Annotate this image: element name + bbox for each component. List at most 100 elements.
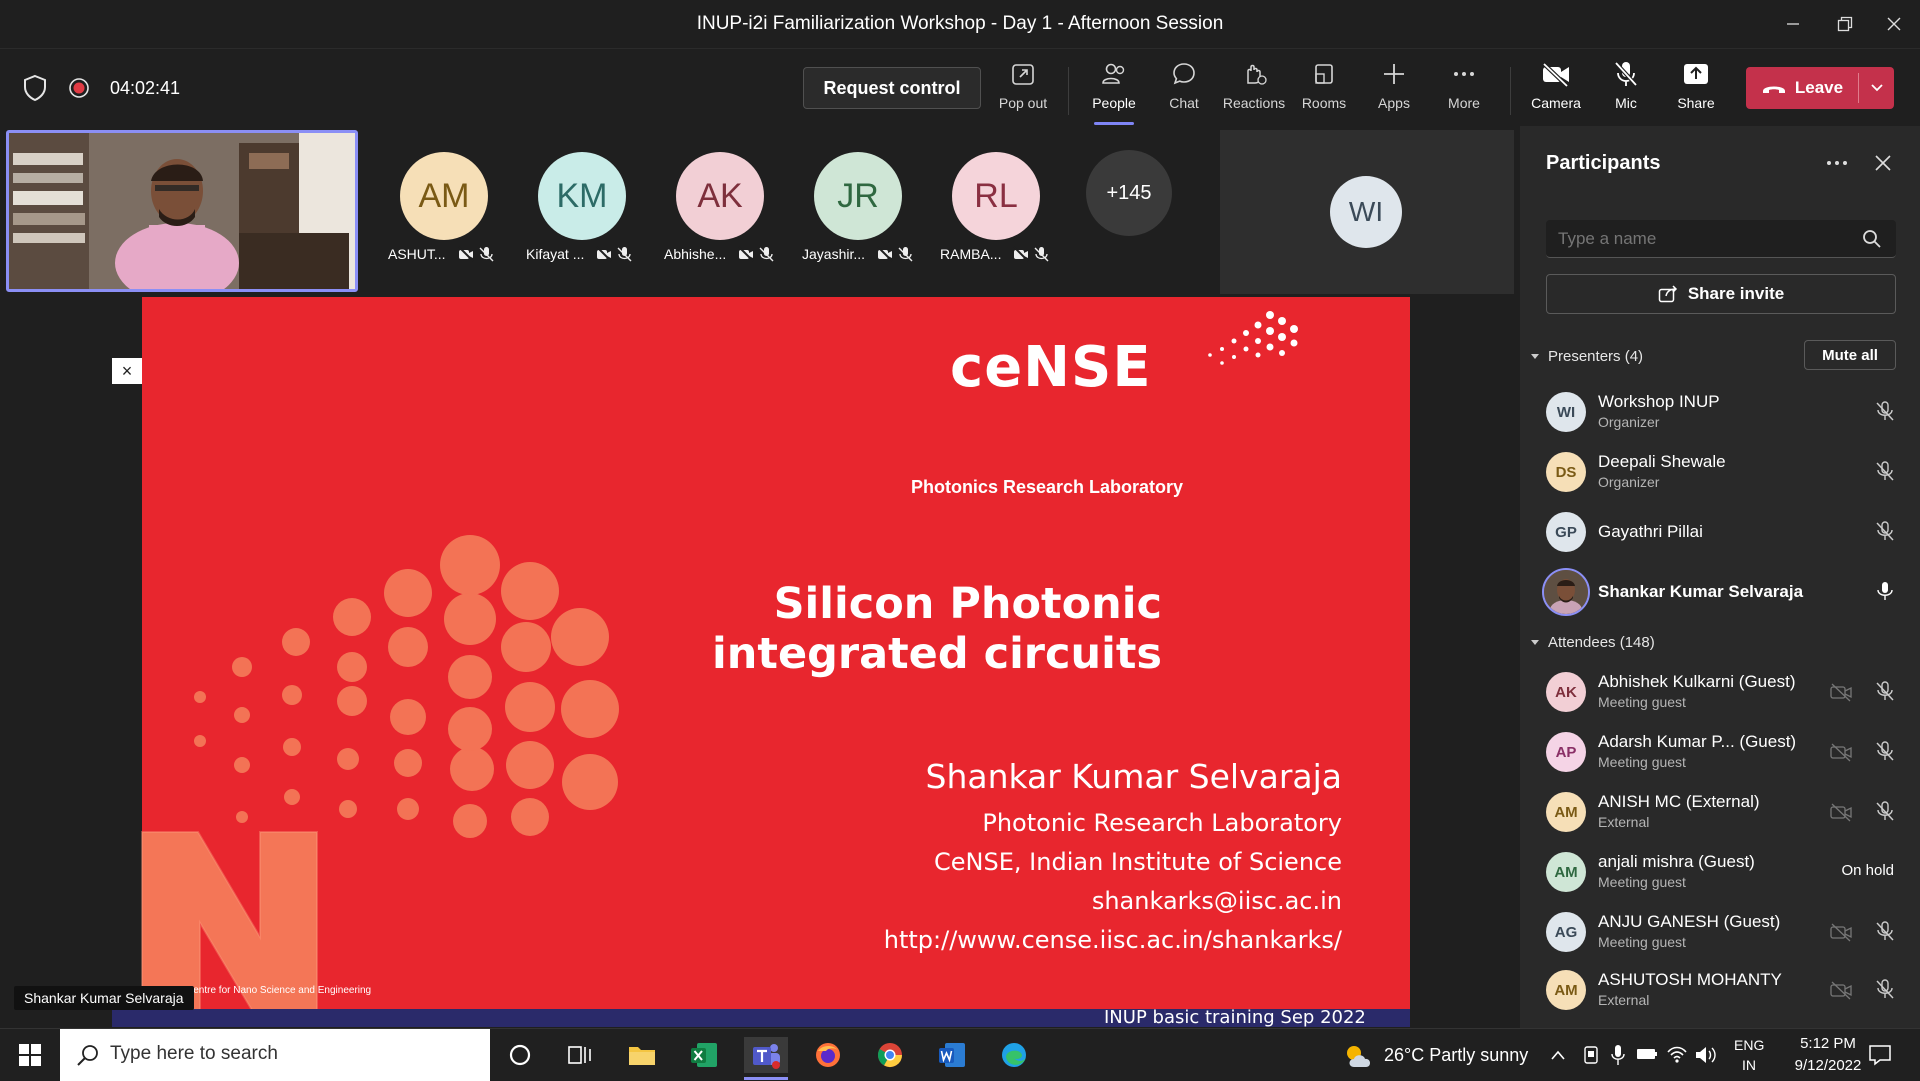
participant-row[interactable]: AG ANJU GANESH (Guest) Meeting guest [1520,902,1920,962]
apps-button[interactable]: Apps [1359,59,1429,123]
author-url: http://www.cense.iisc.ac.in/shankarks/ [883,926,1342,954]
leave-options-button[interactable] [1859,67,1894,109]
avatar: KM [538,152,626,240]
firefox-button[interactable] [806,1037,850,1073]
chevron-up-icon[interactable] [1550,1049,1566,1061]
wifi-icon[interactable] [1666,1044,1688,1064]
notifications-icon[interactable] [1868,1043,1892,1067]
participant-role: Meeting guest [1598,934,1686,950]
participant-row[interactable]: GP Gayathri Pillai [1520,502,1920,562]
people-button[interactable]: People [1079,59,1149,125]
more-button[interactable]: More [1429,59,1499,123]
camera-off-icon [1013,246,1030,262]
share-button[interactable]: Share [1661,59,1731,123]
mic-on-icon [1877,582,1893,600]
slide-footer-small: Centre for Nano Science and Engineering [186,985,372,996]
participant-tile[interactable]: AK Abhishe... [664,152,784,262]
language-code[interactable]: ENG [1734,1037,1764,1053]
presenter-photo [1544,570,1588,614]
participant-row[interactable]: AK Abhishek Kulkarni (Guest) Meeting gue… [1520,662,1920,722]
clock-time[interactable]: 5:12 PM [1784,1035,1872,1052]
participant-row[interactable]: AM anjali mishra (Guest) Meeting guest O… [1520,842,1920,902]
participant-name: ANJU GANESH (Guest) [1598,912,1781,931]
presenter-video-tile[interactable] [6,130,358,292]
participant-tile[interactable]: JR Jayashir... [802,152,922,262]
presenters-section-header[interactable]: Presenters (4) [1530,348,1643,365]
participant-tile[interactable]: RL RAMBA... [940,152,1060,262]
mic-off-icon [1876,521,1894,541]
close-panel-icon[interactable] [1874,154,1892,172]
author-name: Shankar Kumar Selvaraja [925,757,1343,796]
chevron-down-icon [1870,84,1883,92]
apps-label: Apps [1378,95,1410,111]
participant-row[interactable]: AM ASHUTOSH MOHANTY External [1520,960,1920,1020]
mute-all-button[interactable]: Mute all [1804,340,1896,370]
minimize-icon [1787,23,1799,25]
participant-search-input[interactable] [1558,226,1848,252]
reactions-button[interactable]: Reactions [1219,59,1289,123]
pop-out-label: Pop out [998,95,1048,111]
slide-title: Silicon Photonic integrated circuits [712,579,1162,679]
edge-button[interactable] [992,1037,1036,1073]
minimize-button[interactable] [1770,0,1816,48]
participant-role: External [1598,992,1650,1008]
word-button[interactable] [930,1037,974,1073]
cense-logo-dots [1208,311,1298,365]
request-control-button[interactable]: Request control [803,67,981,109]
leave-label: Leave [1794,78,1844,97]
cortana-button[interactable] [498,1037,542,1073]
pop-out-button[interactable]: Pop out [988,59,1058,123]
overflow-participants-button[interactable]: +145 [1086,150,1172,236]
participant-large-tile[interactable]: WI [1220,130,1514,294]
pop-out-icon [1008,59,1038,89]
taskbar-search-box[interactable]: Type here to search [60,1029,490,1081]
excel-button[interactable] [682,1037,726,1073]
weather-icon[interactable] [1342,1041,1376,1069]
start-button[interactable] [8,1037,52,1073]
mic-off-icon [898,247,913,262]
volume-icon[interactable] [1694,1044,1718,1066]
camera-off-icon [457,246,474,262]
toolbar-divider [1068,67,1069,115]
search-icon [77,1045,98,1066]
participant-name: Abhishek Kulkarni (Guest) [1598,672,1796,691]
task-view-button[interactable] [558,1037,602,1073]
chrome-button[interactable] [868,1037,912,1073]
cense-logo: ceNSE [950,335,1152,400]
more-options-icon[interactable] [1826,158,1848,168]
participant-row[interactable]: Shankar Kumar Selvaraja [1520,562,1920,622]
battery-icon[interactable] [1636,1046,1658,1062]
meeting-timer: 04:02:41 [110,78,181,98]
dismiss-banner-button[interactable]: × [112,358,142,384]
share-invite-button[interactable]: Share invite [1546,274,1896,314]
share-label: Share [1677,95,1715,111]
rooms-button[interactable]: Rooms [1289,59,1359,123]
shield-icon[interactable] [22,74,48,102]
teams-button[interactable] [744,1037,788,1073]
chat-icon [1169,59,1199,89]
device-icon[interactable] [1582,1045,1600,1065]
camera-button[interactable]: Camera [1521,59,1591,123]
participant-tile[interactable]: AM ASHUT... [388,152,508,262]
leave-button[interactable]: Leave [1746,67,1858,109]
avatar: AM [1546,970,1586,1010]
microphone-icon[interactable] [1610,1044,1626,1066]
mic-button[interactable]: Mic [1591,59,1661,123]
chat-button[interactable]: Chat [1149,59,1219,123]
attendees-header-label: Attendees (148) [1548,634,1655,651]
participant-search-field[interactable] [1546,220,1896,258]
participant-row[interactable]: AM ANISH MC (External) External [1520,782,1920,842]
attendees-section-header[interactable]: Attendees (148) [1530,634,1655,651]
file-explorer-button[interactable] [620,1037,664,1073]
tile-name: ASHUT... [388,246,446,262]
participant-row[interactable]: WI Workshop INUP Organizer [1520,382,1920,442]
affiliation-institute: CeNSE, Indian Institute of Science [934,848,1342,876]
chevron-down-icon [1531,639,1539,645]
restore-button[interactable] [1822,0,1868,48]
share-invite-icon [1658,285,1677,303]
participant-row[interactable]: DS Deepali Shewale Organizer [1520,442,1920,502]
close-window-button[interactable] [1871,0,1917,48]
firefox-icon [816,1043,840,1067]
participant-tile[interactable]: KM Kifayat ... [526,152,646,262]
participant-row[interactable]: AP Adarsh Kumar P... (Guest) Meeting gue… [1520,722,1920,782]
